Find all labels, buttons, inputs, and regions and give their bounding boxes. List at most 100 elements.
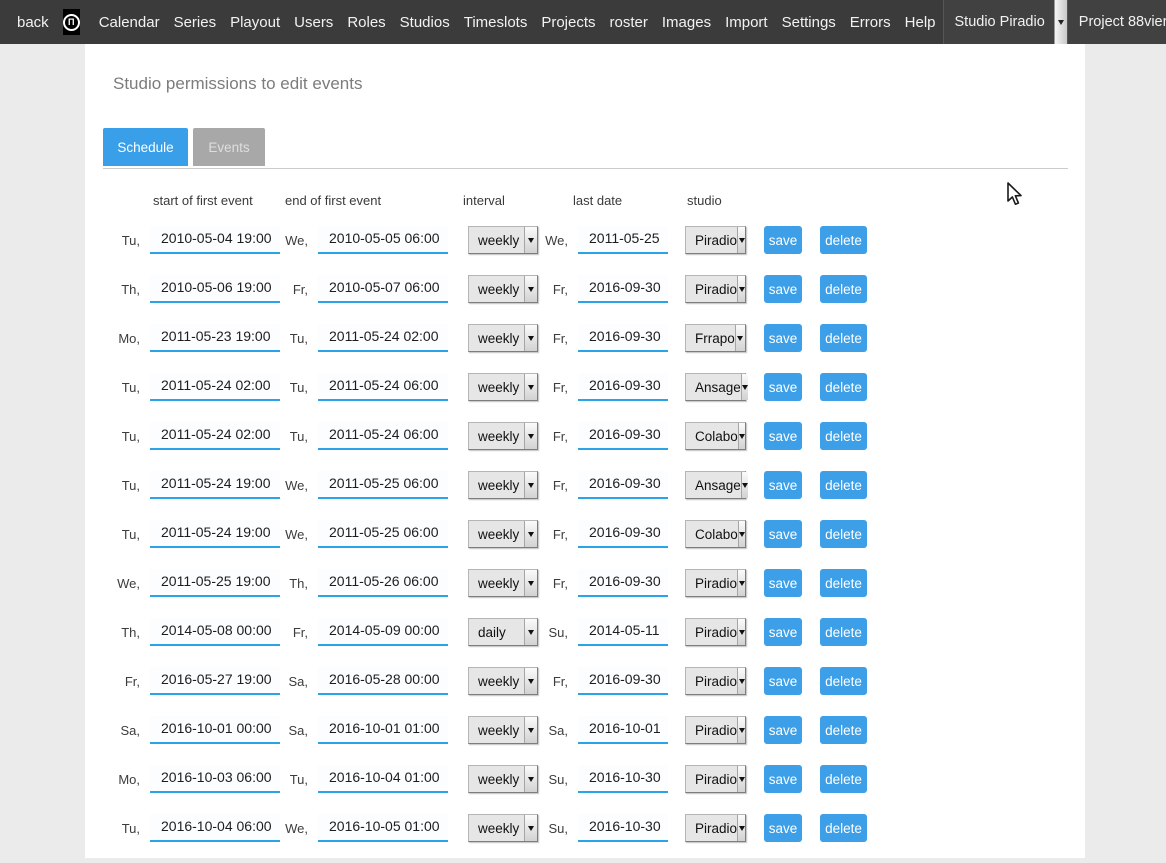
start-datetime-input[interactable] <box>150 569 280 597</box>
nav-item-users[interactable]: Users <box>287 14 340 31</box>
nav-item-errors[interactable]: Errors <box>843 14 898 31</box>
chevron-down-icon[interactable] <box>737 227 745 253</box>
delete-button[interactable]: delete <box>820 618 867 646</box>
last-date-input[interactable] <box>578 275 668 303</box>
delete-button[interactable]: delete <box>820 471 867 499</box>
chevron-down-icon[interactable] <box>735 325 745 351</box>
start-datetime-input[interactable] <box>150 716 280 744</box>
end-datetime-input[interactable] <box>318 422 448 450</box>
save-button[interactable]: save <box>764 422 802 450</box>
studio-row-select[interactable]: Piradio <box>685 618 746 646</box>
last-date-input[interactable] <box>578 569 668 597</box>
save-button[interactable]: save <box>764 716 802 744</box>
end-datetime-input[interactable] <box>318 569 448 597</box>
end-datetime-input[interactable] <box>318 324 448 352</box>
delete-button[interactable]: delete <box>820 814 867 842</box>
nav-item-projects[interactable]: Projects <box>534 14 602 31</box>
save-button[interactable]: save <box>764 373 802 401</box>
studio-row-select[interactable]: Piradio <box>685 814 746 842</box>
start-datetime-input[interactable] <box>150 275 280 303</box>
delete-button[interactable]: delete <box>820 716 867 744</box>
chevron-down-icon[interactable] <box>1054 0 1067 44</box>
nav-item-images[interactable]: Images <box>655 14 718 31</box>
delete-button[interactable]: delete <box>820 324 867 352</box>
start-datetime-input[interactable] <box>150 422 280 450</box>
chevron-down-icon[interactable] <box>737 276 745 302</box>
save-button[interactable]: save <box>764 324 802 352</box>
chevron-down-icon[interactable] <box>737 619 745 645</box>
nav-item-series[interactable]: Series <box>167 14 224 31</box>
app-logo-icon[interactable]: Π <box>63 9 80 35</box>
studio-row-select[interactable]: Colabo <box>685 422 746 450</box>
nav-item-import[interactable]: Import <box>718 14 775 31</box>
delete-button[interactable]: delete <box>820 373 867 401</box>
start-datetime-input[interactable] <box>150 471 280 499</box>
delete-button[interactable]: delete <box>820 765 867 793</box>
save-button[interactable]: save <box>764 618 802 646</box>
nav-item-roster[interactable]: roster <box>603 14 655 31</box>
studio-select[interactable]: Studio Piradio <box>943 0 1067 44</box>
start-datetime-input[interactable] <box>150 520 280 548</box>
last-date-input[interactable] <box>578 373 668 401</box>
save-button[interactable]: save <box>764 275 802 303</box>
back-link[interactable]: back <box>17 14 49 31</box>
save-button[interactable]: save <box>764 226 802 254</box>
end-datetime-input[interactable] <box>318 373 448 401</box>
studio-row-select[interactable]: Piradio <box>685 716 746 744</box>
studio-row-select[interactable]: Piradio <box>685 275 746 303</box>
tab-events[interactable]: Events <box>193 128 265 166</box>
save-button[interactable]: save <box>764 471 802 499</box>
end-datetime-input[interactable] <box>318 618 448 646</box>
delete-button[interactable]: delete <box>820 569 867 597</box>
studio-row-select[interactable]: Ansage <box>685 471 746 499</box>
last-date-input[interactable] <box>578 716 668 744</box>
last-date-input[interactable] <box>578 520 668 548</box>
end-datetime-input[interactable] <box>318 471 448 499</box>
last-date-input[interactable] <box>578 618 668 646</box>
end-datetime-input[interactable] <box>318 520 448 548</box>
chevron-down-icon[interactable] <box>741 374 748 400</box>
chevron-down-icon[interactable] <box>737 570 745 596</box>
start-datetime-input[interactable] <box>150 814 280 842</box>
end-datetime-input[interactable] <box>318 226 448 254</box>
last-date-input[interactable] <box>578 814 668 842</box>
start-datetime-input[interactable] <box>150 373 280 401</box>
studio-row-select[interactable]: Piradio <box>685 226 746 254</box>
nav-item-help[interactable]: Help <box>898 14 943 31</box>
studio-row-select[interactable]: Ansage <box>685 373 746 401</box>
tab-schedule[interactable]: Schedule <box>103 128 188 166</box>
last-date-input[interactable] <box>578 422 668 450</box>
studio-row-select[interactable]: Frrapo <box>685 324 746 352</box>
end-datetime-input[interactable] <box>318 275 448 303</box>
last-date-input[interactable] <box>578 765 668 793</box>
delete-button[interactable]: delete <box>820 520 867 548</box>
nav-item-settings[interactable]: Settings <box>775 14 843 31</box>
chevron-down-icon[interactable] <box>737 717 745 743</box>
delete-button[interactable]: delete <box>820 667 867 695</box>
studio-row-select[interactable]: Piradio <box>685 667 746 695</box>
chevron-down-icon[interactable] <box>737 766 745 792</box>
end-datetime-input[interactable] <box>318 765 448 793</box>
chevron-down-icon[interactable] <box>737 815 745 841</box>
chevron-down-icon[interactable] <box>737 668 745 694</box>
start-datetime-input[interactable] <box>150 226 280 254</box>
end-datetime-input[interactable] <box>318 814 448 842</box>
chevron-down-icon[interactable] <box>741 472 748 498</box>
nav-item-roles[interactable]: Roles <box>340 14 392 31</box>
studio-row-select[interactable]: Colabo <box>685 520 746 548</box>
project-select[interactable]: Project 88vier <box>1067 0 1166 44</box>
end-datetime-input[interactable] <box>318 716 448 744</box>
save-button[interactable]: save <box>764 667 802 695</box>
chevron-down-icon[interactable] <box>738 521 745 547</box>
save-button[interactable]: save <box>764 569 802 597</box>
delete-button[interactable]: delete <box>820 226 867 254</box>
nav-item-timeslots[interactable]: Timeslots <box>457 14 535 31</box>
last-date-input[interactable] <box>578 667 668 695</box>
last-date-input[interactable] <box>578 324 668 352</box>
start-datetime-input[interactable] <box>150 765 280 793</box>
save-button[interactable]: save <box>764 765 802 793</box>
studio-row-select[interactable]: Piradio <box>685 765 746 793</box>
delete-button[interactable]: delete <box>820 422 867 450</box>
chevron-down-icon[interactable] <box>738 423 745 449</box>
last-date-input[interactable] <box>578 226 668 254</box>
